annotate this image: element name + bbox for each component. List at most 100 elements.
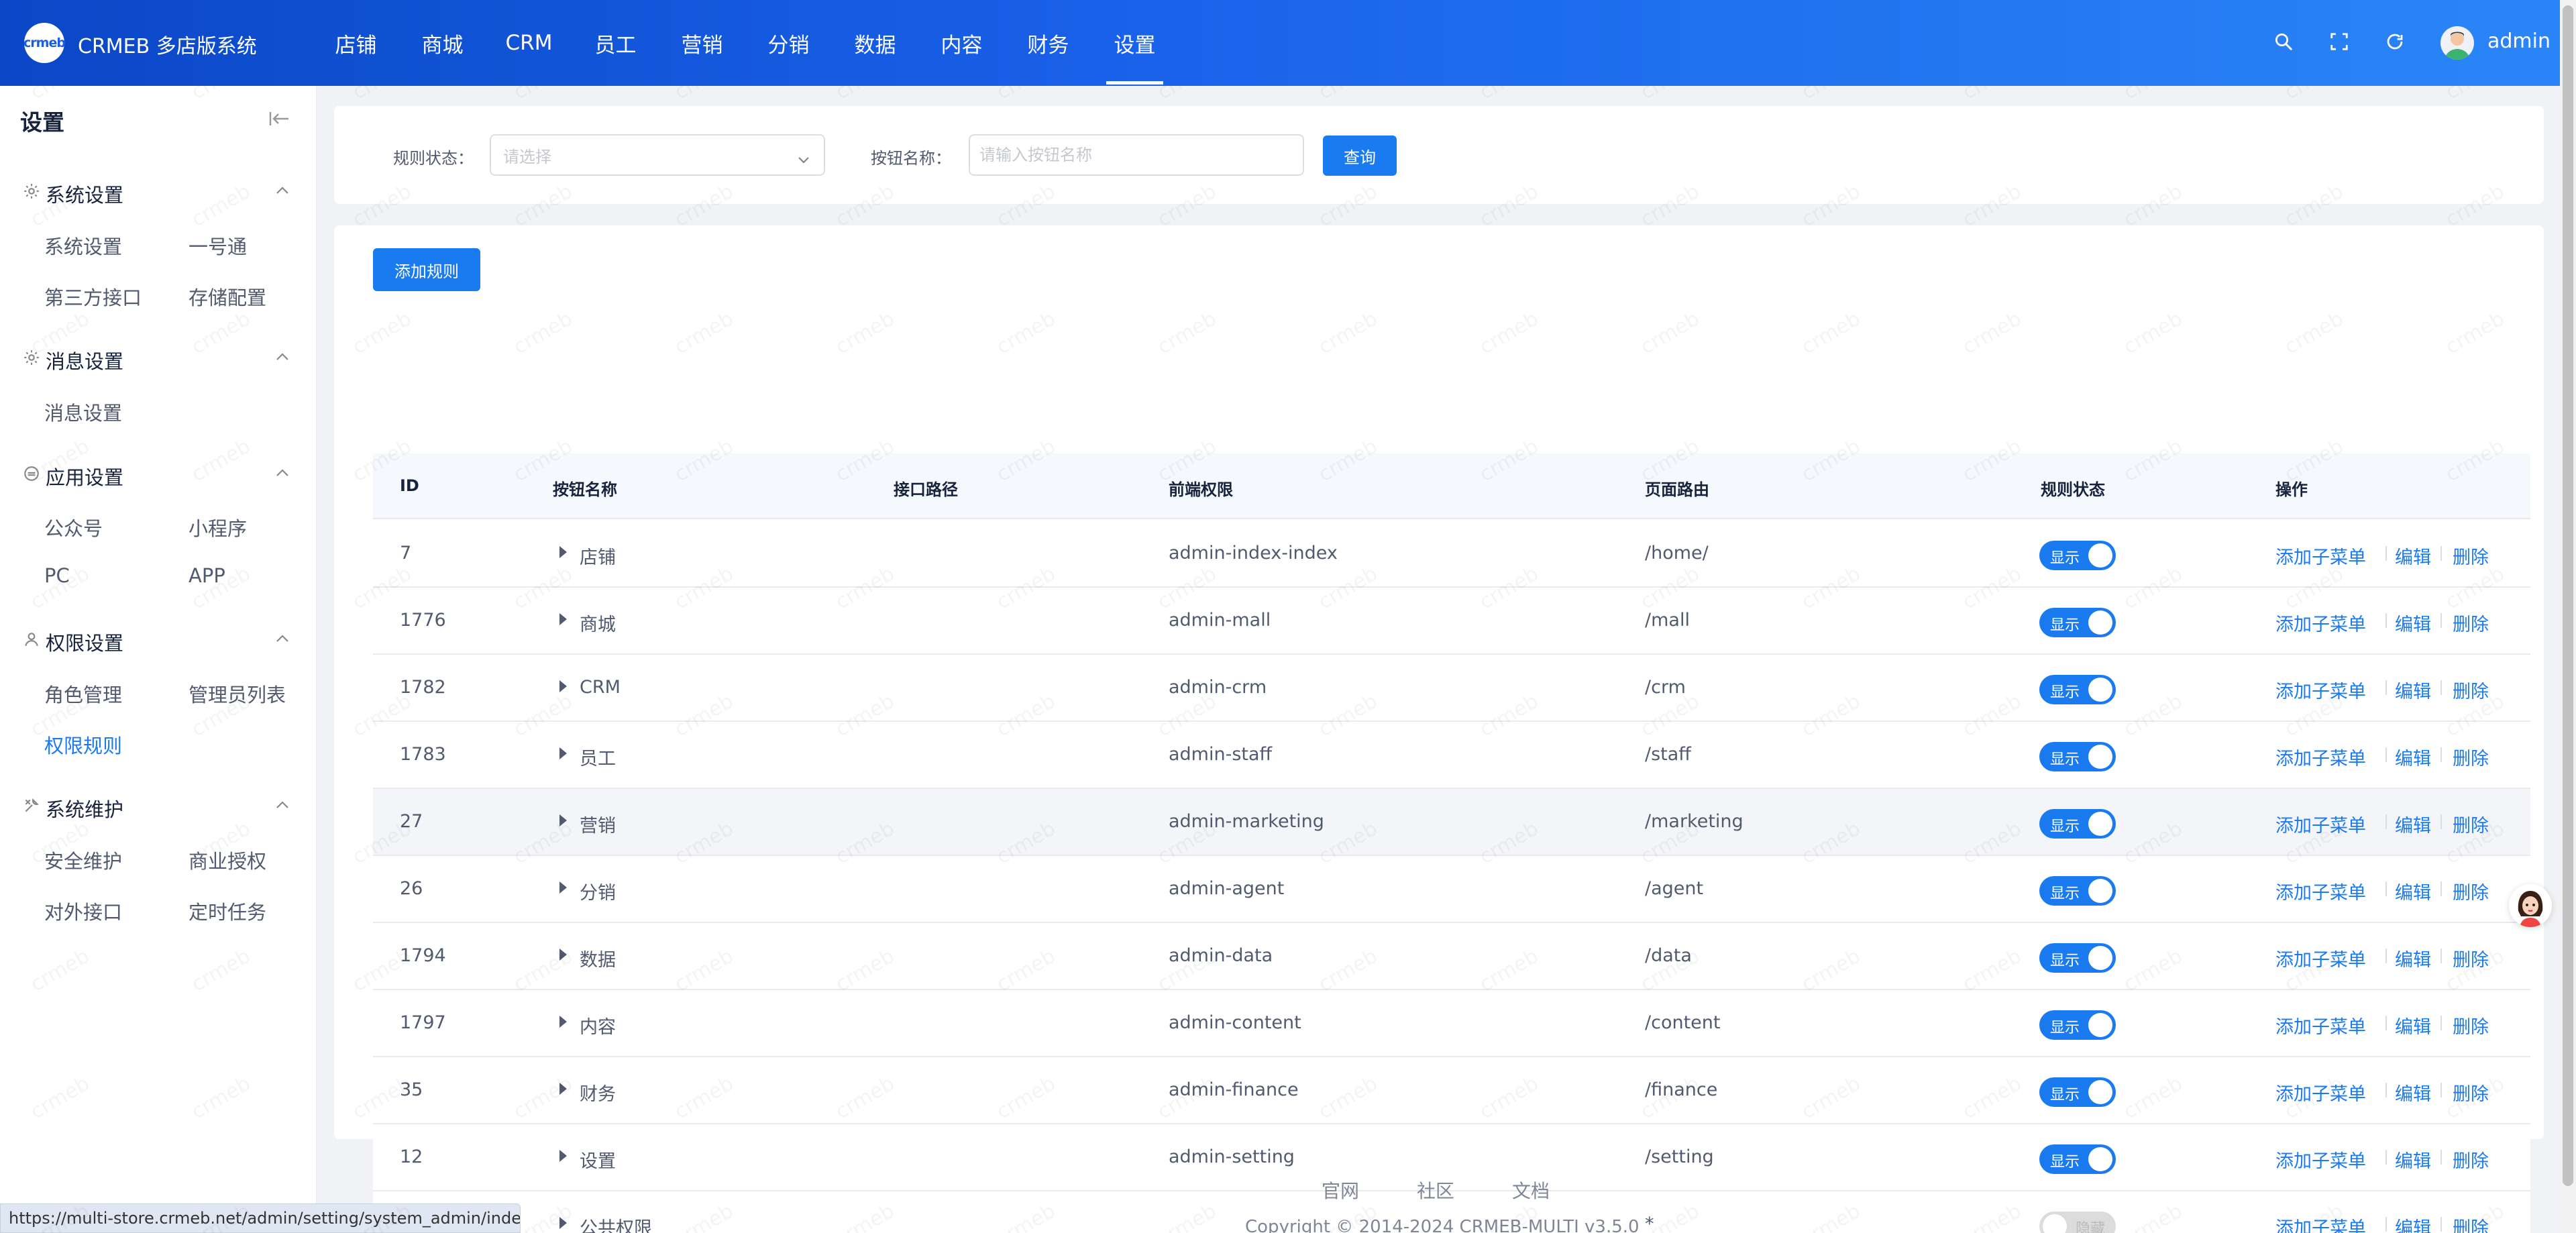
edit-link[interactable]: 编辑 xyxy=(2395,1146,2431,1173)
delete-link[interactable]: 删除 xyxy=(2453,543,2489,569)
delete-link[interactable]: 删除 xyxy=(2453,1146,2489,1173)
edit-link[interactable]: 编辑 xyxy=(2395,677,2431,703)
sidebar-item-license[interactable]: 商业授权 xyxy=(189,846,266,874)
delete-link[interactable]: 删除 xyxy=(2453,945,2489,971)
sidebar-group-header[interactable]: 系统维护 xyxy=(0,789,317,822)
add-submenu-link[interactable]: 添加子菜单 xyxy=(2275,1012,2366,1038)
add-submenu-link[interactable]: 添加子菜单 xyxy=(2275,543,2366,569)
status-toggle[interactable]: 隐藏 xyxy=(2039,1212,2116,1233)
delete-link[interactable]: 删除 xyxy=(2453,610,2489,636)
edit-link[interactable]: 编辑 xyxy=(2395,811,2431,837)
top-nav-item-0[interactable]: 店铺 xyxy=(313,0,399,86)
refresh-icon[interactable] xyxy=(2381,28,2408,55)
expand-arrow-icon[interactable] xyxy=(559,949,567,961)
button-name-input[interactable] xyxy=(969,134,1304,176)
delete-link[interactable]: 删除 xyxy=(2453,1079,2489,1106)
sidebar-group-header[interactable]: 系统设置 xyxy=(0,174,317,208)
status-toggle[interactable]: 显示 xyxy=(2039,608,2116,637)
sidebar-group-header[interactable]: 权限设置 xyxy=(0,623,317,656)
top-nav-item-7[interactable]: 内容 xyxy=(918,0,1005,86)
query-button[interactable]: 查询 xyxy=(1323,136,1397,176)
collapse-icon[interactable] xyxy=(268,109,291,129)
edit-link[interactable]: 编辑 xyxy=(2395,543,2431,569)
add-submenu-link[interactable]: 添加子菜单 xyxy=(2275,677,2366,703)
delete-link[interactable]: 删除 xyxy=(2453,1012,2489,1038)
search-icon[interactable] xyxy=(2270,28,2297,55)
sidebar-group-header[interactable]: 消息设置 xyxy=(0,341,317,374)
sidebar-item-roles[interactable]: 角色管理 xyxy=(44,680,122,708)
add-submenu-link[interactable]: 添加子菜单 xyxy=(2275,878,2366,904)
vertical-scrollbar-thumb[interactable] xyxy=(2563,5,2573,1186)
footer-link-community[interactable]: 社区 xyxy=(1417,1177,1454,1203)
edit-link[interactable]: 编辑 xyxy=(2395,1214,2431,1233)
sidebar-item-message-settings[interactable]: 消息设置 xyxy=(44,398,122,426)
top-nav-item-8[interactable]: 财务 xyxy=(1005,0,1091,86)
edit-link[interactable]: 编辑 xyxy=(2395,878,2431,904)
status-toggle[interactable]: 显示 xyxy=(2039,1144,2116,1174)
status-toggle[interactable]: 显示 xyxy=(2039,1077,2116,1107)
delete-link[interactable]: 删除 xyxy=(2453,677,2489,703)
expand-arrow-icon[interactable] xyxy=(559,680,567,692)
top-nav-item-2[interactable]: CRM xyxy=(486,0,572,86)
status-toggle[interactable]: 显示 xyxy=(2039,541,2116,570)
edit-link[interactable]: 编辑 xyxy=(2395,610,2431,636)
status-toggle[interactable]: 显示 xyxy=(2039,742,2116,771)
status-toggle[interactable]: 显示 xyxy=(2039,876,2116,906)
add-submenu-link[interactable]: 添加子菜单 xyxy=(2275,1079,2366,1106)
delete-link[interactable]: 删除 xyxy=(2453,1214,2489,1233)
status-toggle[interactable]: 显示 xyxy=(2039,943,2116,973)
top-nav-item-5[interactable]: 分销 xyxy=(745,0,832,86)
avatar[interactable] xyxy=(2440,26,2474,60)
expand-arrow-icon[interactable] xyxy=(559,613,567,625)
edit-link[interactable]: 编辑 xyxy=(2395,1079,2431,1106)
sidebar-item-yihaotong[interactable]: 一号通 xyxy=(189,231,247,260)
status-toggle[interactable]: 显示 xyxy=(2039,1010,2116,1040)
add-submenu-link[interactable]: 添加子菜单 xyxy=(2275,945,2366,971)
expand-arrow-icon[interactable] xyxy=(559,881,567,894)
status-select[interactable]: 请选择 xyxy=(490,134,825,176)
edit-link[interactable]: 编辑 xyxy=(2395,945,2431,971)
footer-link-official[interactable]: 官网 xyxy=(1322,1177,1359,1203)
expand-arrow-icon[interactable] xyxy=(559,1150,567,1162)
add-submenu-link[interactable]: 添加子菜单 xyxy=(2275,1214,2366,1233)
delete-link[interactable]: 删除 xyxy=(2453,811,2489,837)
sidebar-item-third-party[interactable]: 第三方接口 xyxy=(44,282,142,311)
top-nav-item-9[interactable]: 设置 xyxy=(1091,0,1178,86)
sidebar-item-permission-rules[interactable]: 权限规则 xyxy=(44,731,122,759)
fullscreen-icon[interactable] xyxy=(2326,28,2353,55)
delete-link[interactable]: 删除 xyxy=(2453,744,2489,770)
delete-link[interactable]: 删除 xyxy=(2453,878,2489,904)
expand-arrow-icon[interactable] xyxy=(559,546,567,558)
footer-link-docs[interactable]: 文档 xyxy=(1512,1177,1550,1203)
expand-arrow-icon[interactable] xyxy=(559,814,567,826)
sidebar-group-header[interactable]: 应用设置 xyxy=(0,457,317,490)
add-submenu-link[interactable]: 添加子菜单 xyxy=(2275,1146,2366,1173)
sidebar-item-official-account[interactable]: 公众号 xyxy=(44,513,103,541)
sidebar-item-storage[interactable]: 存储配置 xyxy=(189,282,266,311)
add-submenu-link[interactable]: 添加子菜单 xyxy=(2275,744,2366,770)
status-toggle[interactable]: 显示 xyxy=(2039,675,2116,704)
customer-service-avatar[interactable] xyxy=(2509,884,2552,927)
sidebar-item-system-settings[interactable]: 系统设置 xyxy=(44,231,122,260)
sidebar-item-mini-program[interactable]: 小程序 xyxy=(189,513,247,541)
logo[interactable]: crmeb xyxy=(23,23,66,63)
top-nav-item-3[interactable]: 员工 xyxy=(572,0,659,86)
username[interactable]: admin xyxy=(2487,30,2551,53)
sidebar-item-admin-list[interactable]: 管理员列表 xyxy=(189,680,286,708)
edit-link[interactable]: 编辑 xyxy=(2395,744,2431,770)
top-nav-item-4[interactable]: 营销 xyxy=(659,0,745,86)
add-submenu-link[interactable]: 添加子菜单 xyxy=(2275,610,2366,636)
top-nav-item-6[interactable]: 数据 xyxy=(832,0,918,86)
expand-arrow-icon[interactable] xyxy=(559,1083,567,1095)
expand-arrow-icon[interactable] xyxy=(559,1217,567,1229)
edit-link[interactable]: 编辑 xyxy=(2395,1012,2431,1038)
add-rule-button[interactable]: 添加规则 xyxy=(373,248,480,291)
sidebar-item-security[interactable]: 安全维护 xyxy=(44,846,122,874)
top-nav-item-1[interactable]: 商城 xyxy=(399,0,486,86)
expand-arrow-icon[interactable] xyxy=(559,1016,567,1028)
add-submenu-link[interactable]: 添加子菜单 xyxy=(2275,811,2366,837)
expand-arrow-icon[interactable] xyxy=(559,747,567,759)
sidebar-item-app[interactable]: APP xyxy=(189,564,225,587)
sidebar-item-cron[interactable]: 定时任务 xyxy=(189,897,266,925)
sidebar-item-pc[interactable]: PC xyxy=(44,564,70,587)
